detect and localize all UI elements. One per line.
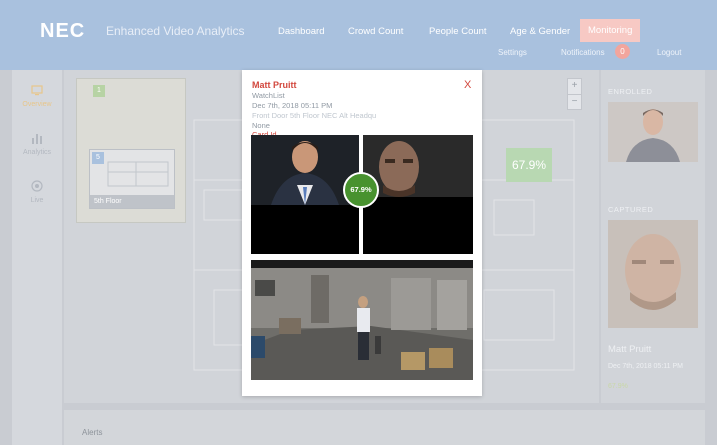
match-detail-popup: Matt Pruitt WatchList Dec 7th, 2018 05:1… [242,70,482,396]
sidebar-item-analytics[interactable]: Analytics [12,132,62,156]
captured-photo [363,135,473,254]
minimap-marker-1[interactable]: 1 [93,85,105,97]
bar-chart-icon [12,132,62,147]
app-title: Enhanced Video Analytics [106,24,245,38]
match-score-tag[interactable]: 67.9% [506,148,552,182]
notification-count-badge: 0 [615,44,630,59]
settings-link[interactable]: Settings [498,48,527,57]
nec-logo: NEC [40,20,86,42]
sidebar-item-label: Live [30,197,44,204]
floor-minimap[interactable]: 1 5 5th Floor [76,78,186,223]
enrolled-thumbnail [608,102,698,162]
left-sidebar: Overview Analytics Live [12,70,62,445]
enrolled-label: ENROLLED [608,87,653,96]
sidebar-item-overview[interactable]: Overview [12,84,62,108]
nav-people-count[interactable]: People Count [429,26,487,37]
person-name: Matt Pruitt [252,80,297,90]
alerts-label: Alerts [82,428,103,437]
sidebar-item-label: Overview [22,101,52,108]
monitor-icon [12,84,62,99]
floor-selector-card[interactable]: 5 5th Floor [89,149,175,209]
right-detail-panel: ENROLLED CAPTURED Matt Pruitt Dec 7th, 2… [601,70,705,403]
nav-age-gender[interactable]: Age & Gender [510,26,570,37]
sidebar-item-label: Analytics [22,149,51,156]
nav-dashboard[interactable]: Dashboard [278,26,324,37]
minimap-marker-5: 5 [92,152,104,164]
watchlist-label: WatchList [252,91,285,100]
alerts-bar[interactable]: Alerts [64,410,705,445]
status-text: None [252,121,270,130]
close-icon[interactable]: X [464,79,471,91]
captured-label: CAPTURED [608,205,654,214]
captured-date: Dec 7th, 2018 05:11 PM [608,363,683,370]
captured-person-name: Matt Pruitt [608,344,652,355]
nav-monitoring[interactable]: Monitoring [580,19,641,42]
zoom-out-button[interactable]: − [568,94,581,109]
captured-score: 67.9% [608,383,628,390]
match-date: Dec 7th, 2018 05:11 PM [252,101,333,110]
floor-label: 5th Floor [90,195,174,208]
match-score-badge: 67.9% [343,172,379,208]
camera-icon [12,180,62,195]
sidebar-item-live[interactable]: Live [12,180,62,204]
floor-thumbnail [107,161,169,187]
zoom-controls: + − [567,78,582,110]
top-header: NEC Enhanced Video Analytics Dashboard C… [0,0,717,70]
nav-crowd-count[interactable]: Crowd Count [348,26,403,37]
captured-thumbnail [608,220,698,328]
zoom-in-button[interactable]: + [568,79,581,94]
camera-location: Front Door 5th Floor NEC Alt Headqu [252,111,377,120]
camera-scene-image [251,260,473,380]
logout-link[interactable]: Logout [657,48,681,57]
notifications-link[interactable]: Notifications [561,48,605,57]
